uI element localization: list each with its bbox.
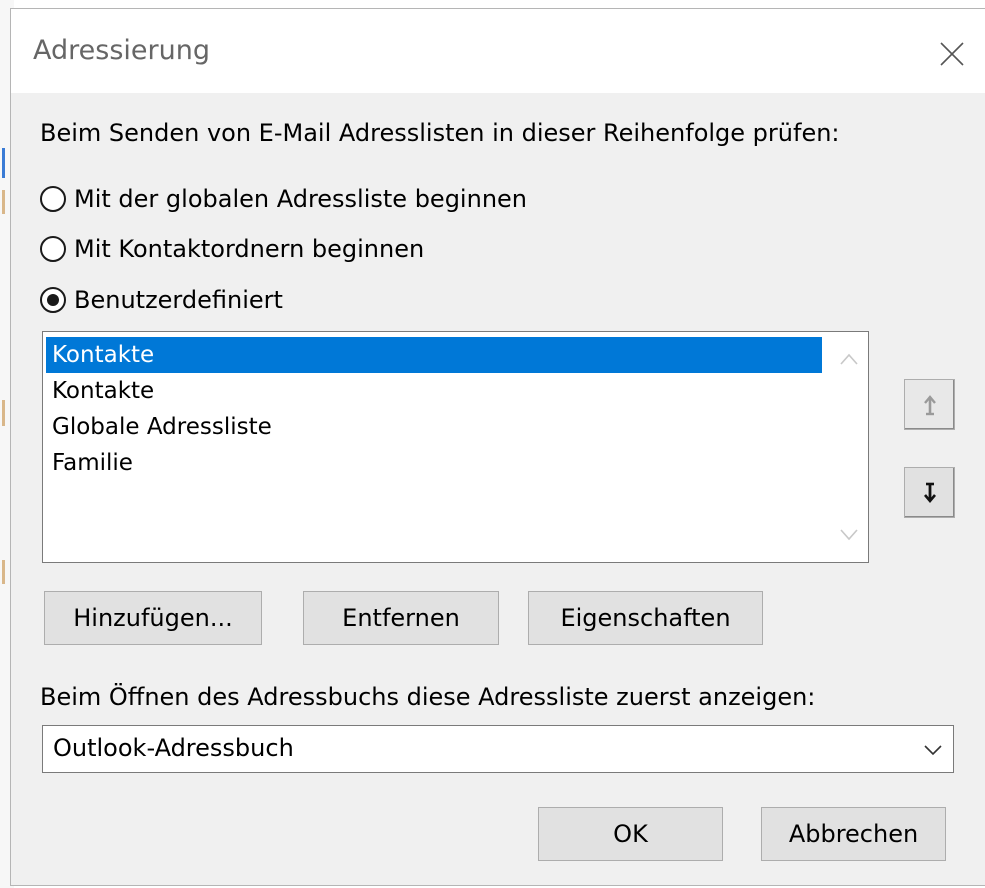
list-item[interactable]: Familie xyxy=(46,445,822,481)
chevron-down-icon xyxy=(924,745,942,756)
radio-button-checked[interactable] xyxy=(40,287,66,313)
dialog-title: Adressierung xyxy=(33,35,210,66)
radio-custom[interactable]: Benutzerdefiniert xyxy=(40,283,283,317)
search-order-heading: Beim Senden von E-Mail Adresslisten in d… xyxy=(40,119,840,147)
cancel-button[interactable]: Abbrechen xyxy=(761,807,946,861)
address-book-dropdown[interactable]: Outlook-Adressbuch xyxy=(42,725,954,773)
move-down-button[interactable] xyxy=(904,467,955,518)
background-tick xyxy=(2,190,5,214)
address-list-listbox[interactable]: Kontakte Kontakte Globale Adressliste Fa… xyxy=(42,331,869,563)
ok-button[interactable]: OK xyxy=(538,807,723,861)
radio-label: Mit Kontaktordnern beginnen xyxy=(74,235,425,263)
chevron-up-icon xyxy=(840,353,858,365)
arrow-down-icon xyxy=(923,482,936,503)
dropdown-arrow[interactable] xyxy=(921,738,945,762)
scroll-down-button[interactable] xyxy=(836,522,862,548)
radio-contact-folders[interactable]: Mit Kontaktordnern beginnen xyxy=(40,232,424,266)
background-tick xyxy=(2,400,5,426)
background-tick xyxy=(2,560,5,584)
chevron-down-icon xyxy=(840,529,858,541)
arrow-up-icon xyxy=(923,394,936,415)
radio-button[interactable] xyxy=(40,236,66,262)
list-item[interactable]: Kontakte xyxy=(46,373,822,409)
close-button[interactable] xyxy=(929,31,975,77)
remove-button[interactable]: Entfernen xyxy=(303,591,499,645)
radio-global-address-list[interactable]: Mit der globalen Adressliste beginnen xyxy=(40,182,527,216)
radio-label: Benutzerdefiniert xyxy=(74,286,283,314)
dropdown-value: Outlook-Adressbuch xyxy=(53,734,294,762)
radio-label: Mit der globalen Adressliste beginnen xyxy=(74,185,527,213)
scroll-up-button[interactable] xyxy=(836,346,862,372)
list-item[interactable]: Globale Adressliste xyxy=(46,409,822,445)
add-button[interactable]: Hinzufügen... xyxy=(44,591,262,645)
radio-button[interactable] xyxy=(40,186,66,212)
background-tick xyxy=(2,148,5,178)
close-icon xyxy=(940,42,964,66)
title-bar: Adressierung xyxy=(11,9,985,93)
properties-button[interactable]: Eigenschaften xyxy=(528,591,763,645)
move-up-button[interactable] xyxy=(904,379,955,430)
addressing-dialog: Adressierung Beim Senden von E-Mail Adre… xyxy=(10,8,985,886)
address-book-heading: Beim Öffnen des Adressbuchs diese Adress… xyxy=(40,683,816,711)
list-item[interactable]: Kontakte xyxy=(46,337,822,373)
